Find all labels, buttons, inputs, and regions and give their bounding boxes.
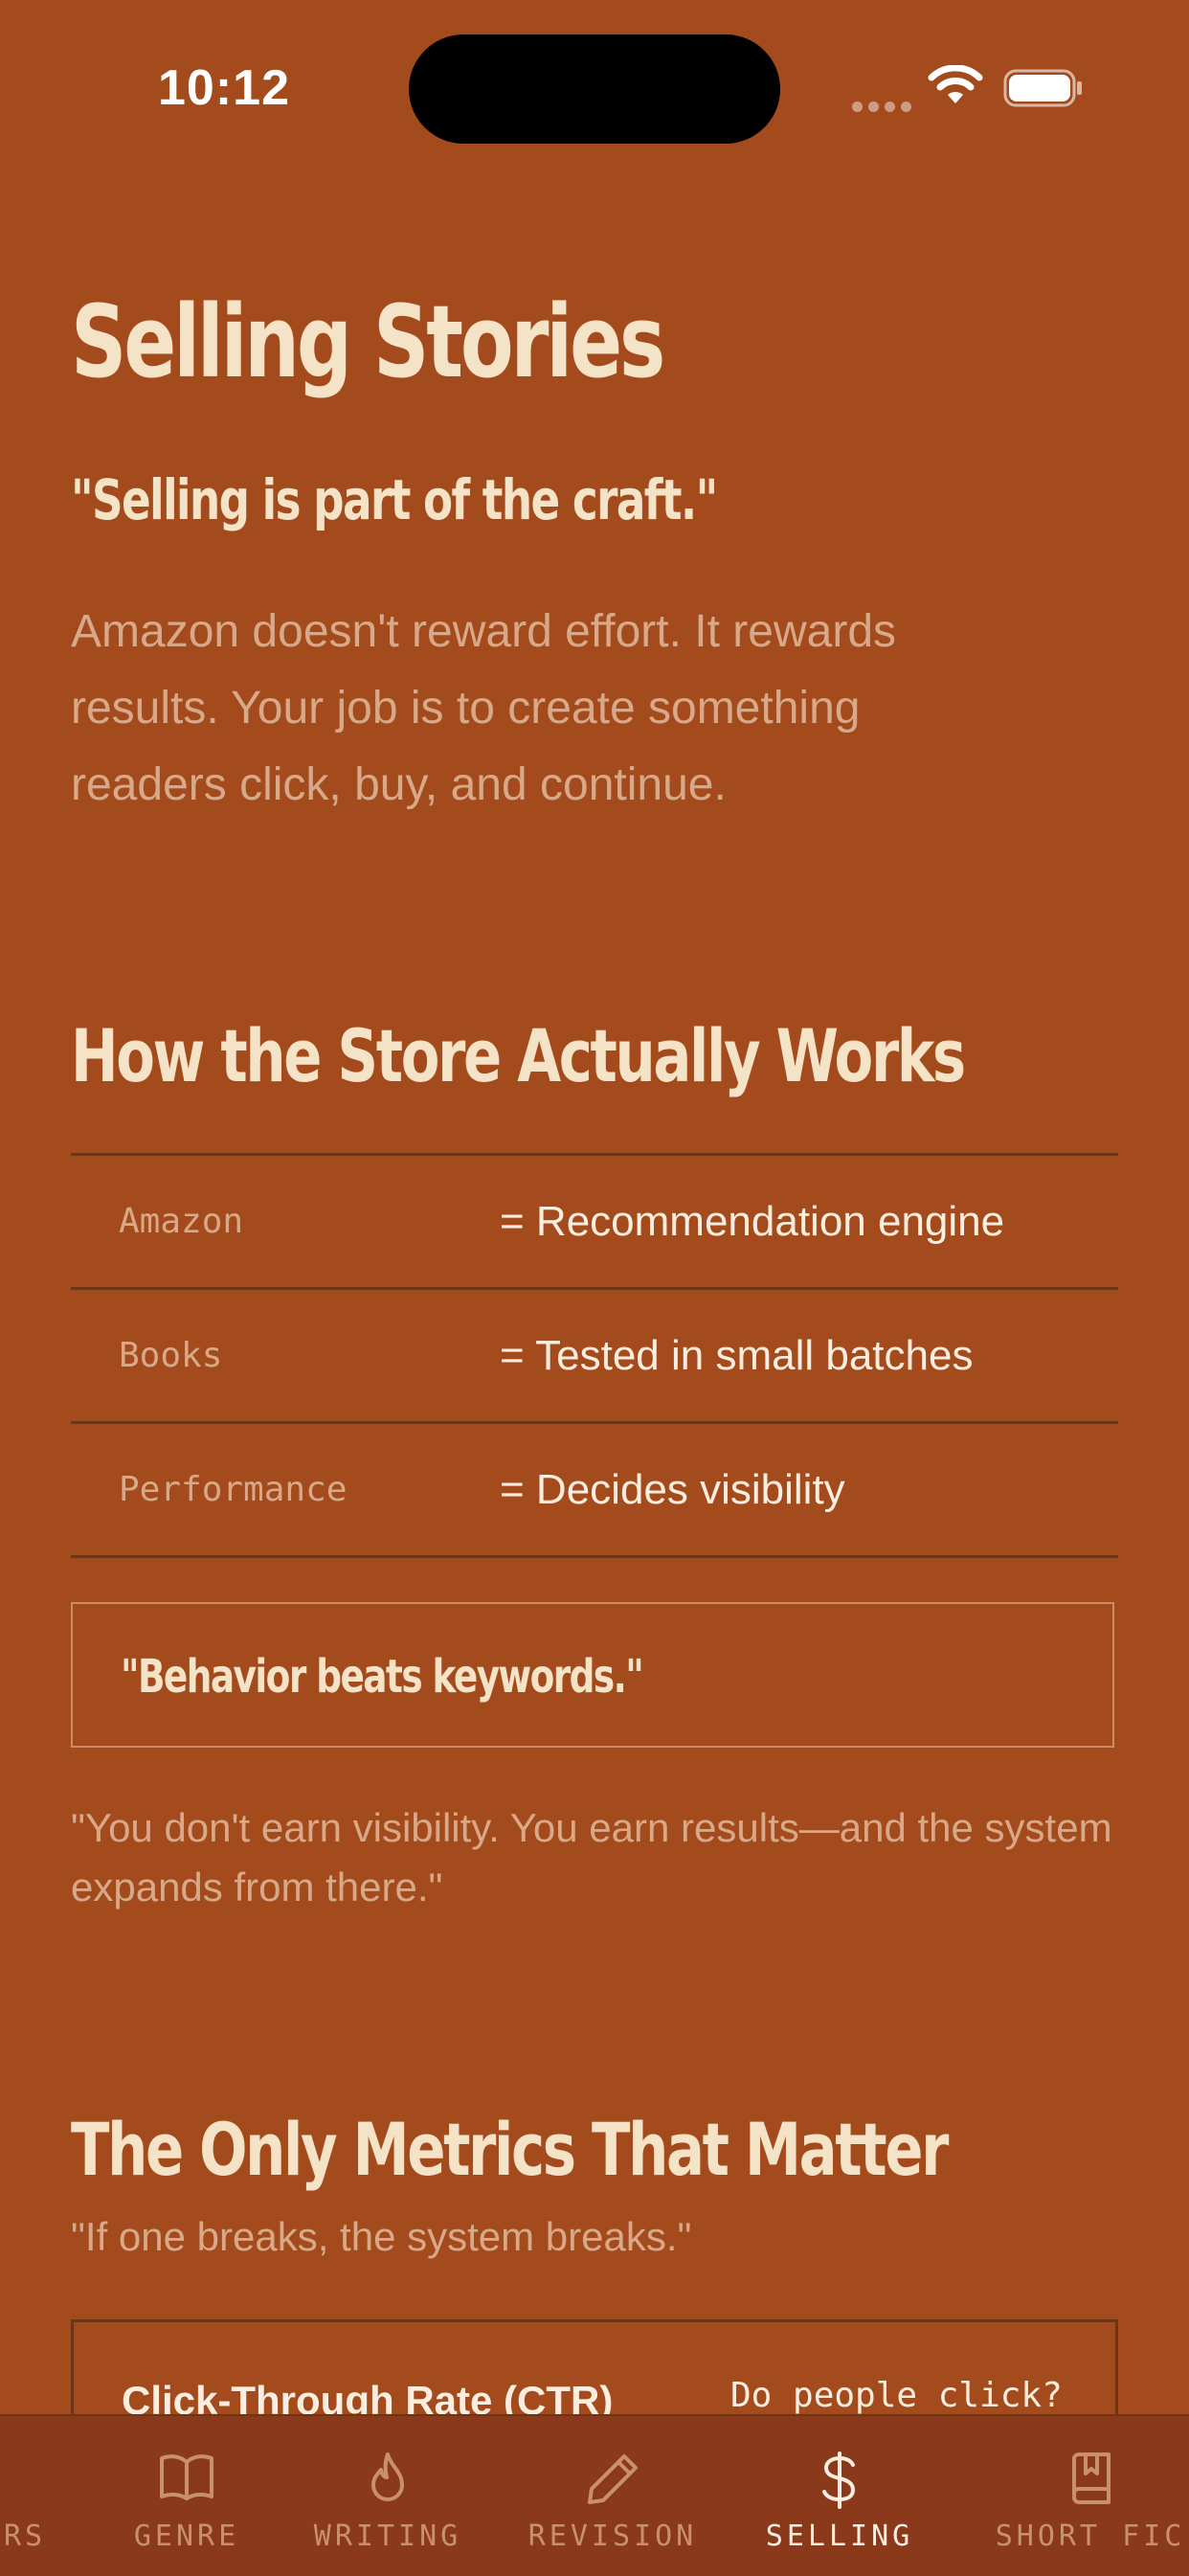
- store-note: "You don't earn visibility. You earn res…: [71, 1805, 1112, 1909]
- metrics-subtitle: "If one breaks, the system breaks.": [71, 2214, 692, 2259]
- tab-revision[interactable]: REVISION: [527, 2416, 699, 2576]
- book-open-icon: [160, 2454, 213, 2500]
- intro-paragraph: Amazon doesn't reward effort. It rewards…: [71, 606, 897, 810]
- flame-icon: [371, 2452, 404, 2501]
- tab-selling[interactable]: SELLING: [758, 2416, 921, 2576]
- row-key: Books: [119, 1336, 223, 1375]
- page-title: Selling Stories: [71, 283, 665, 400]
- dynamic-island: [409, 34, 780, 144]
- table-row: Performance = Decides visibility: [71, 1421, 1118, 1558]
- pull-quote-box: "Behavior beats keywords.": [71, 1602, 1114, 1748]
- tab-partial[interactable]: ERS: [0, 2416, 67, 2576]
- status-bar: 10:12: [0, 0, 1189, 172]
- bottom-tab-bar[interactable]: ERS GENRE WRITING REVISION SELLING SHORT…: [0, 2414, 1189, 2576]
- row-key: Performance: [119, 1470, 348, 1509]
- tab-writing[interactable]: WRITING: [306, 2416, 469, 2576]
- tab-label: SHORT FIC: [995, 2520, 1186, 2553]
- row-value: = Decides visibility: [500, 1465, 845, 1513]
- tab-short-fiction[interactable]: SHORT FIC: [980, 2416, 1189, 2576]
- page-tagline: "Selling is part of the craft.": [71, 467, 718, 532]
- tab-label: REVISION: [527, 2520, 698, 2553]
- bookmark-book-icon: [1072, 2452, 1110, 2504]
- tab-genre[interactable]: GENRE: [115, 2416, 258, 2576]
- tab-label: WRITING: [313, 2520, 462, 2553]
- row-value: = Tested in small batches: [500, 1331, 974, 1379]
- cellular-signal-icon: [852, 98, 917, 116]
- row-value: = Recommendation engine: [500, 1197, 1005, 1245]
- metrics-section-title: The Only Metrics That Matter: [71, 2107, 949, 2192]
- dollar-icon: [822, 2452, 856, 2509]
- wifi-icon: [928, 65, 983, 103]
- tab-label: ERS: [0, 2520, 47, 2553]
- row-key: Amazon: [119, 1202, 244, 1241]
- tab-label: SELLING: [765, 2520, 914, 2553]
- pull-quote-text: "Behavior beats keywords.": [121, 1650, 644, 1704]
- pencil-icon: [588, 2454, 638, 2504]
- battery-icon: [1003, 69, 1082, 107]
- store-table: Amazon = Recommendation engine Books = T…: [71, 1153, 1118, 1558]
- table-row: Books = Tested in small batches: [71, 1287, 1118, 1421]
- tab-label: GENRE: [133, 2520, 240, 2553]
- table-row: Amazon = Recommendation engine: [71, 1153, 1118, 1287]
- store-section-title: How the Store Actually Works: [71, 1013, 966, 1098]
- status-time: 10:12: [158, 60, 290, 116]
